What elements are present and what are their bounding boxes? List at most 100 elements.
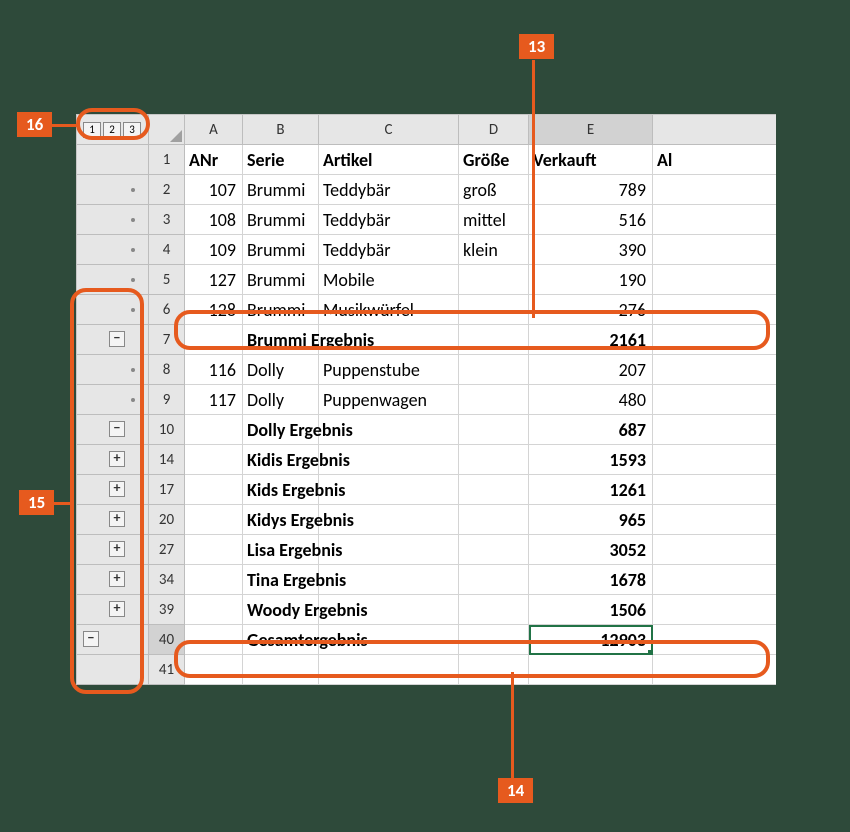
cell[interactable] xyxy=(653,625,776,655)
cell[interactable]: Teddybär xyxy=(319,235,459,265)
cell[interactable] xyxy=(653,655,776,685)
cell[interactable]: Dolly xyxy=(243,385,319,415)
row-header[interactable]: 20 xyxy=(149,505,185,535)
cell[interactable] xyxy=(185,505,243,535)
cell[interactable] xyxy=(185,415,243,445)
cell[interactable]: Mobile xyxy=(319,265,459,295)
expand-icon[interactable]: + xyxy=(109,481,125,497)
cell[interactable] xyxy=(185,565,243,595)
cell[interactable] xyxy=(185,475,243,505)
cell[interactable] xyxy=(459,655,529,685)
col-header-partial[interactable] xyxy=(653,115,776,145)
expand-icon[interactable]: + xyxy=(109,541,125,557)
col-header-D[interactable]: D xyxy=(459,115,529,145)
cell[interactable]: mittel xyxy=(459,205,529,235)
cell[interactable]: Dolly xyxy=(243,355,319,385)
cell[interactable]: 116 xyxy=(185,355,243,385)
expand-icon[interactable]: + xyxy=(109,451,125,467)
cell[interactable] xyxy=(653,565,776,595)
cell[interactable] xyxy=(185,445,243,475)
cell[interactable]: Woody Ergebnis xyxy=(243,595,319,625)
cell[interactable]: 127 xyxy=(185,265,243,295)
header-cell[interactable]: Verkauft xyxy=(529,145,653,175)
expand-icon[interactable]: + xyxy=(109,571,125,587)
cell[interactable] xyxy=(459,415,529,445)
cell[interactable] xyxy=(653,505,776,535)
cell[interactable]: Puppenstube xyxy=(319,355,459,385)
row-header[interactable]: 14 xyxy=(149,445,185,475)
col-header-C[interactable]: C xyxy=(319,115,459,145)
cell[interactable]: Teddybär xyxy=(319,175,459,205)
cell[interactable]: Tina Ergebnis xyxy=(243,565,319,595)
cell[interactable] xyxy=(319,415,459,445)
header-cell[interactable]: Serie xyxy=(243,145,319,175)
header-cell[interactable]: Artikel xyxy=(319,145,459,175)
header-cell[interactable]: Größe xyxy=(459,145,529,175)
cell[interactable] xyxy=(653,475,776,505)
cell[interactable] xyxy=(529,655,653,685)
row-header[interactable]: 8 xyxy=(149,355,185,385)
cell[interactable] xyxy=(459,535,529,565)
cell[interactable] xyxy=(185,325,243,355)
cell[interactable]: Brummi xyxy=(243,205,319,235)
col-header-E[interactable]: E xyxy=(529,115,653,145)
cell[interactable] xyxy=(319,445,459,475)
cell[interactable]: 1506 xyxy=(529,595,653,625)
cell[interactable]: 3052 xyxy=(529,535,653,565)
cell[interactable]: 687 xyxy=(529,415,653,445)
row-header[interactable]: 4 xyxy=(149,235,185,265)
cell[interactable]: 190 xyxy=(529,265,653,295)
row-header[interactable]: 6 xyxy=(149,295,185,325)
cell[interactable]: Teddybär xyxy=(319,205,459,235)
row-header[interactable]: 39 xyxy=(149,595,185,625)
cell[interactable] xyxy=(319,565,459,595)
cell[interactable] xyxy=(459,565,529,595)
cell[interactable]: 109 xyxy=(185,235,243,265)
cell[interactable]: 965 xyxy=(529,505,653,535)
cell[interactable] xyxy=(653,595,776,625)
cell[interactable]: groß xyxy=(459,175,529,205)
cell[interactable]: Puppenwagen xyxy=(319,385,459,415)
cell[interactable] xyxy=(243,655,319,685)
row-header[interactable]: 17 xyxy=(149,475,185,505)
cell[interactable] xyxy=(459,355,529,385)
cell[interactable] xyxy=(459,475,529,505)
cell[interactable]: 1678 xyxy=(529,565,653,595)
cell[interactable] xyxy=(185,595,243,625)
row-header[interactable]: 3 xyxy=(149,205,185,235)
cell[interactable] xyxy=(459,505,529,535)
cell[interactable]: 207 xyxy=(529,355,653,385)
outline-level-1[interactable]: 1 xyxy=(83,122,101,138)
cell[interactable] xyxy=(319,325,459,355)
cell[interactable]: 789 xyxy=(529,175,653,205)
cell[interactable]: Brummi Ergebnis xyxy=(243,325,319,355)
col-header-B[interactable]: B xyxy=(243,115,319,145)
cell[interactable]: Brummi xyxy=(243,235,319,265)
row-header[interactable]: 1 xyxy=(149,145,185,175)
cell[interactable]: Kids Ergebnis xyxy=(243,475,319,505)
cell[interactable] xyxy=(653,355,776,385)
cell[interactable]: 128 xyxy=(185,295,243,325)
collapse-icon[interactable]: − xyxy=(109,331,125,347)
cell[interactable]: Kidys Ergebnis xyxy=(243,505,319,535)
row-header[interactable]: 2 xyxy=(149,175,185,205)
cell[interactable]: klein xyxy=(459,235,529,265)
cell[interactable] xyxy=(319,535,459,565)
active-cell[interactable]: 12903 xyxy=(529,625,653,655)
cell[interactable]: Dolly Ergebnis xyxy=(243,415,319,445)
cell[interactable]: Lisa Ergebnis xyxy=(243,535,319,565)
cell[interactable]: Kidis Ergebnis xyxy=(243,445,319,475)
row-header[interactable]: 9 xyxy=(149,385,185,415)
cell[interactable] xyxy=(319,475,459,505)
cell[interactable] xyxy=(653,235,776,265)
cell[interactable]: 480 xyxy=(529,385,653,415)
spreadsheet[interactable]: 123ABCDE1ANrSerieArtikelGrößeVerkauftAl2… xyxy=(76,114,776,685)
cell[interactable] xyxy=(185,625,243,655)
cell[interactable] xyxy=(653,295,776,325)
cell[interactable] xyxy=(459,595,529,625)
cell[interactable]: 276 xyxy=(529,295,653,325)
cell[interactable]: Brummi xyxy=(243,295,319,325)
row-header[interactable]: 40 xyxy=(149,625,185,655)
cell[interactable] xyxy=(185,535,243,565)
row-header[interactable]: 41 xyxy=(149,655,185,685)
